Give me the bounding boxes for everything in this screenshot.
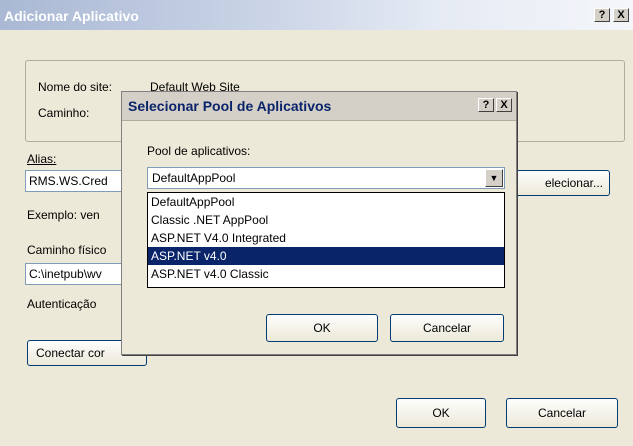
dialog-titlebar: Selecionar Pool de Aplicativos ? X bbox=[122, 92, 516, 121]
example-text: Exemplo: ven bbox=[27, 208, 100, 222]
select-app-pool-dialog: Selecionar Pool de Aplicativos ? X Pool … bbox=[121, 91, 517, 355]
app-pool-list[interactable]: DefaultAppPool Classic .NET AppPool ASP.… bbox=[147, 192, 505, 288]
authentication-label: Autenticação bbox=[27, 297, 97, 311]
dialog-help-button[interactable]: ? bbox=[478, 98, 494, 112]
dialog-close-button[interactable]: X bbox=[496, 98, 512, 112]
pool-label: Pool de aplicativos: bbox=[147, 144, 251, 158]
app-pool-dropdown[interactable]: DefaultAppPool ▼ bbox=[147, 167, 505, 189]
main-titlebar: Adicionar Aplicativo ? X bbox=[0, 0, 633, 30]
main-close-button[interactable]: X bbox=[613, 8, 629, 22]
main-window-title: Adicionar Aplicativo bbox=[4, 8, 139, 24]
main-ok-button[interactable]: OK bbox=[396, 398, 486, 428]
dialog-ok-button[interactable]: OK bbox=[266, 314, 378, 342]
dialog-title: Selecionar Pool de Aplicativos bbox=[128, 98, 332, 114]
list-item[interactable]: DefaultAppPool bbox=[148, 193, 504, 211]
physical-path-label: Caminho físico bbox=[27, 243, 107, 257]
dropdown-arrow-icon[interactable]: ▼ bbox=[485, 169, 503, 187]
main-cancel-button[interactable]: Cancelar bbox=[506, 398, 618, 428]
alias-label: Alias: bbox=[27, 152, 57, 166]
path-label: Caminho: bbox=[38, 106, 90, 120]
list-item[interactable]: Classic .NET AppPool bbox=[148, 211, 504, 229]
site-name-label: Nome do site: bbox=[38, 80, 113, 94]
app-pool-selected-value: DefaultAppPool bbox=[152, 171, 236, 185]
dialog-cancel-button[interactable]: Cancelar bbox=[390, 314, 504, 342]
select-pool-button[interactable]: elecionar... bbox=[507, 170, 610, 196]
list-item[interactable]: ASP.NET v4.0 Classic bbox=[148, 265, 504, 283]
main-help-button[interactable]: ? bbox=[594, 8, 610, 22]
list-item[interactable]: ASP.NET V4.0 Integrated bbox=[148, 229, 504, 247]
list-item-highlighted[interactable]: ASP.NET v4.0 bbox=[148, 247, 504, 265]
